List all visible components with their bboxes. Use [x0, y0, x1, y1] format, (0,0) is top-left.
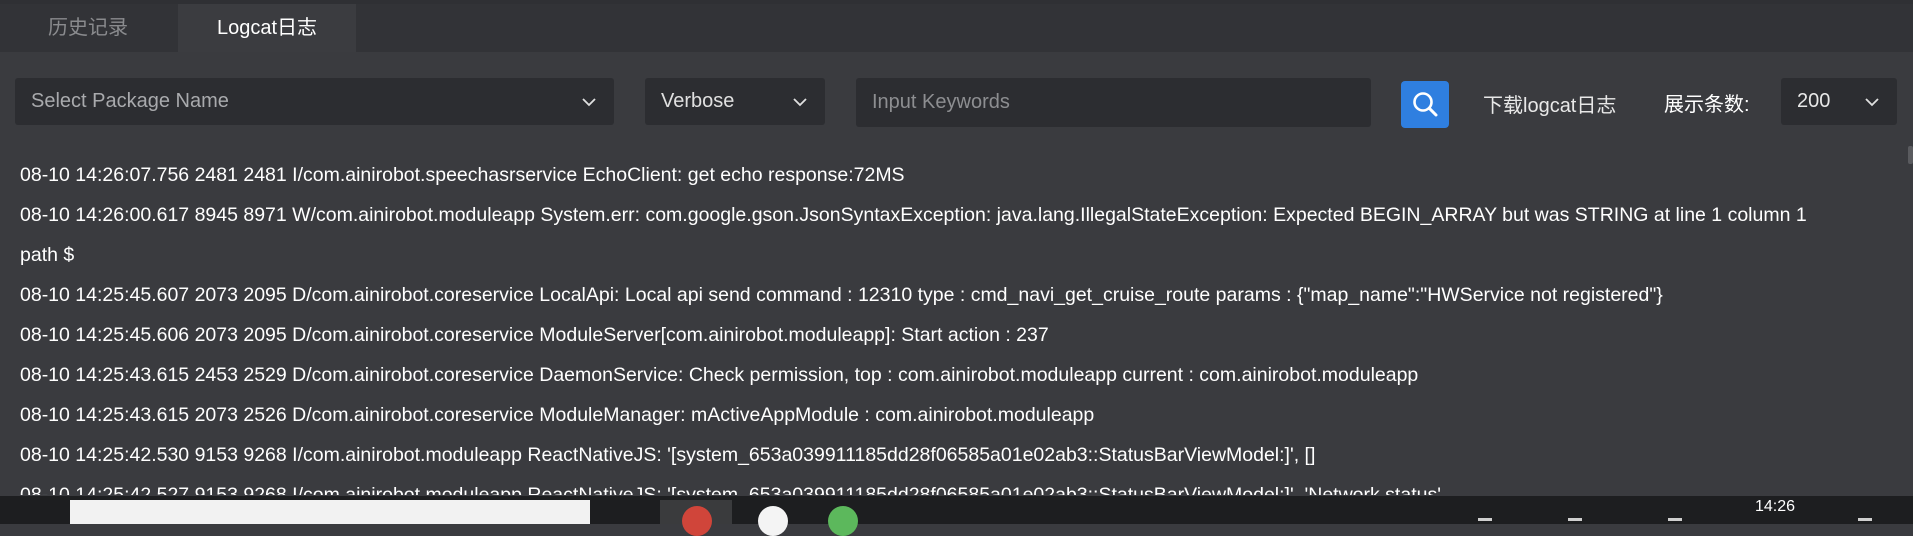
- tray-icon[interactable]: [1858, 518, 1872, 521]
- package-select-placeholder: Select Package Name: [31, 90, 229, 112]
- display-count-value: 200: [1797, 90, 1831, 112]
- log-level-value: Verbose: [661, 90, 735, 112]
- display-count-select[interactable]: 200: [1781, 78, 1897, 125]
- chevron-down-icon: [1865, 98, 1879, 107]
- tray-icon[interactable]: [1668, 518, 1682, 521]
- search-icon: [1413, 92, 1438, 117]
- log-line: 08-10 14:25:43.615 2073 2526 D/com.ainir…: [20, 404, 1095, 426]
- log-level-select[interactable]: Verbose: [645, 78, 825, 125]
- taskbar-search-box[interactable]: [70, 500, 590, 524]
- tray-icon[interactable]: [1478, 518, 1492, 521]
- log-line: 08-10 14:25:43.615 2453 2529 D/com.ainir…: [20, 364, 1419, 386]
- search-button[interactable]: [1401, 81, 1449, 128]
- tab-history[interactable]: 历史记录: [0, 4, 176, 52]
- taskbar-app-icon[interactable]: [828, 506, 858, 536]
- log-scrollbar[interactable]: [1904, 145, 1913, 497]
- log-line: 08-10 14:25:42.527 9153 9268 I/com.ainir…: [20, 484, 1441, 495]
- taskbar-app-icon[interactable]: [758, 506, 788, 536]
- log-line: 08-10 14:25:42.530 9153 9268 I/com.ainir…: [20, 444, 1316, 466]
- tray-icon[interactable]: [1568, 518, 1582, 521]
- log-scrollbar-thumb[interactable]: [1908, 146, 1913, 164]
- taskbar: 14:26: [0, 496, 1913, 536]
- download-logcat-link[interactable]: 下载logcat日志: [1483, 89, 1616, 118]
- log-line: 08-10 14:26:07.756 2481 2481 I/com.ainir…: [20, 164, 905, 186]
- log-line: 08-10 14:25:45.607 2073 2095 D/com.ainir…: [20, 284, 1663, 306]
- taskbar-clock[interactable]: 14:26: [1755, 498, 1795, 516]
- chevron-down-icon: [582, 98, 596, 107]
- taskbar-app-icon[interactable]: [682, 506, 712, 536]
- display-count-label: 展示条数:: [1664, 94, 1750, 116]
- tab-bar: 历史记录 Logcat日志: [0, 4, 1913, 52]
- tab-logcat[interactable]: Logcat日志: [178, 4, 356, 52]
- keyword-input[interactable]: [856, 78, 1371, 127]
- package-select[interactable]: Select Package Name: [15, 78, 614, 125]
- log-output[interactable]: 08-10 14:26:07.756 2481 2481 I/com.ainir…: [0, 155, 1905, 495]
- chevron-down-icon: [793, 98, 807, 107]
- log-line: 08-10 14:26:00.617 8945 8971 W/com.ainir…: [20, 204, 1807, 266]
- log-line: 08-10 14:25:45.606 2073 2095 D/com.ainir…: [20, 324, 1049, 346]
